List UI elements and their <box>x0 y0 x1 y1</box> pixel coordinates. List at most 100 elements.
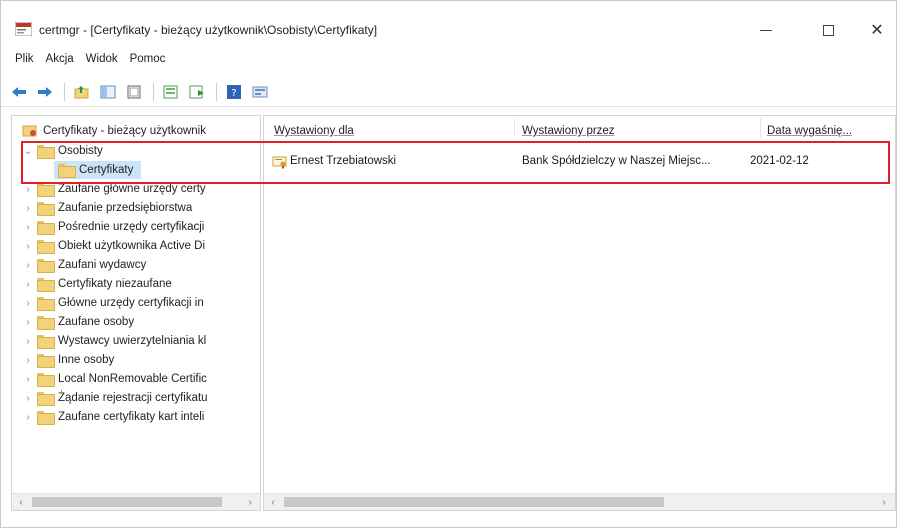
back-button[interactable] <box>7 81 31 103</box>
close-button[interactable]: ✕ <box>857 15 897 45</box>
tree-item-wystawcy-uwierzytelniania[interactable]: › Wystawcy uwierzytelniania kl <box>22 332 206 350</box>
scroll-thumb[interactable] <box>32 497 222 507</box>
tree-item-label: Zaufane osoby <box>58 316 135 328</box>
minimize-button[interactable] <box>743 15 789 45</box>
tree-item-label: Główne urzędy certyfikacji in <box>58 297 204 309</box>
menu-widok[interactable]: Widok <box>80 51 124 71</box>
refresh-button[interactable] <box>185 81 209 103</box>
tree-item-label: Żądanie rejestracji certyfikatu <box>58 392 208 404</box>
console-view-button[interactable] <box>248 81 272 103</box>
tree-item-posrednie[interactable]: › Pośrednie urzędy certyfikacji <box>22 218 204 236</box>
folder-icon <box>37 335 55 349</box>
certificate-row[interactable]: Ernest Trzebiatowski Bank Spółdzielczy w… <box>264 150 895 174</box>
expand-arrow-icon[interactable]: › <box>22 260 34 271</box>
expand-arrow-icon[interactable]: › <box>22 203 34 214</box>
help-button[interactable]: ? <box>222 81 246 103</box>
menu-plik[interactable]: Plik <box>9 51 40 71</box>
tree-item-active-directory[interactable]: › Obiekt użytkownika Active Di <box>22 237 205 255</box>
back-arrow-icon <box>12 86 26 97</box>
show-tree-icon <box>100 85 116 98</box>
tree-item-glowne-urzedy[interactable]: › Główne urzędy certyfikacji in <box>22 294 204 312</box>
svg-text:?: ? <box>231 88 236 99</box>
tree-item-local-nonremovable[interactable]: › Local NonRemovable Certific <box>22 370 207 388</box>
tree-item-label: Pośrednie urzędy certyfikacji <box>58 221 205 233</box>
folder-icon <box>37 183 55 197</box>
folder-icon <box>37 297 55 311</box>
tree-root-label: Certyfikaty - bieżący użytkownik <box>43 125 206 137</box>
tree-item-zaufane-osoby[interactable]: › Zaufane osoby <box>22 313 134 331</box>
expand-arrow-icon[interactable]: › <box>22 412 34 423</box>
folder-icon <box>37 221 55 235</box>
tree-item-zaufanie-przedsiebiorstwa[interactable]: › Zaufanie przedsiębiorstwa <box>22 199 192 217</box>
window-title: certmgr - [Certyfikaty - bieżący użytkow… <box>39 23 378 37</box>
column-header-label: Wystawiony przez <box>522 125 615 137</box>
title-bar: certmgr - [Certyfikaty - bieżący użytkow… <box>1 1 896 51</box>
tree-item-zadanie-rejestracji[interactable]: › Żądanie rejestracji certyfikatu <box>22 389 208 407</box>
tree-item-osobisty[interactable]: ⌄ Osobisty <box>22 142 103 160</box>
scroll-right-icon[interactable]: › <box>876 495 892 510</box>
tree-item-niezaufane[interactable]: › Certyfikaty niezaufane <box>22 275 172 293</box>
export-list-button[interactable] <box>159 81 183 103</box>
folder-icon <box>37 316 55 330</box>
tree-item-label: Zaufani wydawcy <box>58 259 147 271</box>
list-horizontal-scrollbar[interactable]: ‹ › <box>264 493 895 510</box>
maximize-button[interactable] <box>805 15 851 45</box>
expand-arrow-icon[interactable]: › <box>22 374 34 385</box>
certificate-list-pane: Wystawiony dla Wystawiony przez Data wyg… <box>263 115 896 511</box>
certificate-icon <box>272 156 287 169</box>
folder-icon <box>37 392 55 406</box>
tree-item-zaufani-wydawcy[interactable]: › Zaufani wydawcy <box>22 256 146 274</box>
expand-arrow-icon[interactable]: › <box>22 222 34 233</box>
expand-arrow-icon[interactable]: › <box>22 279 34 290</box>
toolbar: ? <box>1 77 896 107</box>
tree-item-label: Local NonRemovable Certific <box>58 373 207 385</box>
tree-item-karty-inteligentne[interactable]: › Zaufane certyfikaty kart inteli <box>22 408 204 426</box>
cell-issued-to: Ernest Trzebiatowski <box>290 155 397 167</box>
folder-icon <box>37 278 55 292</box>
tree-item-label: Zaufane główne urzędy certy <box>58 183 206 195</box>
tree-root[interactable]: Certyfikaty - bieżący użytkownik <box>20 122 206 140</box>
scroll-left-icon[interactable]: ‹ <box>265 495 281 510</box>
menu-akcja[interactable]: Akcja <box>40 51 80 71</box>
menu-pomoc[interactable]: Pomoc <box>124 51 172 71</box>
toolbar-separator <box>153 82 154 101</box>
folder-icon <box>37 373 55 387</box>
up-one-level-button[interactable] <box>70 81 94 103</box>
forward-button[interactable] <box>33 81 57 103</box>
expand-arrow-icon[interactable]: › <box>22 184 34 195</box>
tree-item-label: Obiekt użytkownika Active Di <box>58 240 206 252</box>
tree-item-label: Zaufanie przedsiębiorstwa <box>58 202 193 214</box>
properties-button[interactable] <box>122 81 146 103</box>
expand-arrow-icon[interactable]: › <box>22 393 34 404</box>
tree-horizontal-scrollbar[interactable]: ‹ › <box>12 493 260 510</box>
tree-item-label: Inne osoby <box>58 354 115 366</box>
show-hide-tree-button[interactable] <box>96 81 120 103</box>
scroll-right-icon[interactable]: › <box>242 495 258 510</box>
folder-icon <box>37 202 55 216</box>
expand-arrow-icon[interactable]: › <box>22 241 34 252</box>
column-header-label: Data wygaśnię... <box>767 125 853 137</box>
column-header-expiration[interactable]: Data wygaśnię... <box>767 116 893 140</box>
column-separator[interactable] <box>514 118 515 138</box>
refresh-icon <box>189 85 204 98</box>
help-icon: ? <box>227 84 241 99</box>
expand-arrow-icon[interactable]: › <box>22 336 34 347</box>
cell-expiration: 2021-02-12 <box>750 155 809 167</box>
expand-arrow-icon[interactable]: › <box>22 317 34 328</box>
toolbar-separator <box>216 82 217 101</box>
column-header-issued-to[interactable]: Wystawiony dla <box>274 116 514 140</box>
expand-arrow-icon[interactable]: › <box>22 298 34 309</box>
tree-item-zaufane-glowne[interactable]: › Zaufane główne urzędy certy <box>22 180 206 198</box>
folder-icon <box>37 145 55 159</box>
tree-item-inne-osoby[interactable]: › Inne osoby <box>22 351 114 369</box>
expand-arrow-icon[interactable]: › <box>22 355 34 366</box>
tree-item-certyfikaty[interactable]: Certyfikaty <box>54 161 142 179</box>
column-header-issued-by[interactable]: Wystawiony przez <box>522 116 762 140</box>
scroll-left-icon[interactable]: ‹ <box>13 495 29 510</box>
tree-item-label: Wystawcy uwierzytelniania kl <box>58 335 207 347</box>
expand-arrow-icon[interactable]: ⌄ <box>22 146 34 157</box>
scroll-thumb[interactable] <box>284 497 664 507</box>
column-separator[interactable] <box>760 118 761 138</box>
folder-icon <box>37 259 55 273</box>
folder-up-icon <box>74 85 89 98</box>
